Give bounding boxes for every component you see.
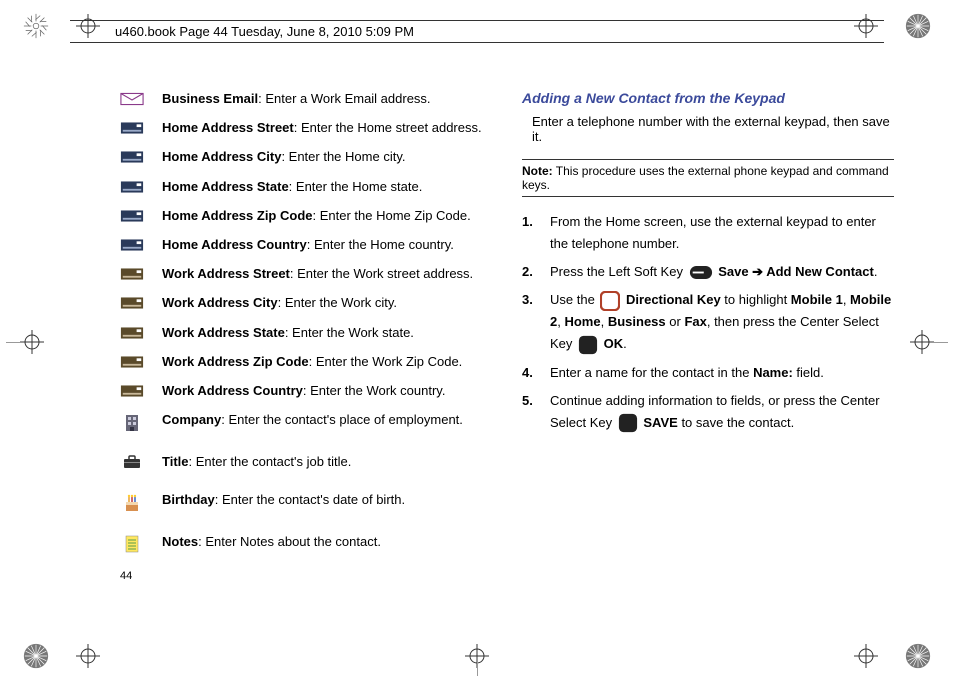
center-select-key-icon	[578, 335, 598, 355]
field-row: Company: Enter the contact's place of em…	[120, 411, 492, 433]
step-1: From the Home screen, use the external k…	[522, 211, 894, 255]
field-row: Birthday: Enter the contact's date of bi…	[120, 491, 492, 513]
field-row: Work Address Zip Code: Enter the Work Zi…	[120, 353, 492, 371]
field-text: Home Address Zip Code: Enter the Home Zi…	[162, 207, 471, 225]
page-number: 44	[120, 570, 132, 582]
step-2: Press the Left Soft Key Save ➔ Add New C…	[522, 261, 894, 283]
field-row: Home Address Country: Enter the Home cou…	[120, 236, 492, 254]
field-text: Home Address Country: Enter the Home cou…	[162, 236, 454, 254]
step-4: Enter a name for the contact in the Name…	[522, 362, 894, 384]
field-row: Home Address City: Enter the Home city.	[120, 148, 492, 166]
card-alt-icon	[120, 296, 144, 310]
field-row: Business Email: Enter a Work Email addre…	[120, 90, 492, 108]
field-text: Business Email: Enter a Work Email addre…	[162, 90, 431, 108]
card-alt-icon	[120, 355, 144, 369]
header-bar: u460.book Page 44 Tuesday, June 8, 2010 …	[70, 20, 884, 43]
directional-key-icon	[600, 291, 620, 311]
field-row: Home Address Zip Code: Enter the Home Zi…	[120, 207, 492, 225]
section-heading: Adding a New Contact from the Keypad	[522, 90, 894, 106]
step-3: Use the Directional Key to highlight Mob…	[522, 289, 894, 355]
field-text: Work Address Zip Code: Enter the Work Zi…	[162, 353, 462, 371]
field-text: Work Address City: Enter the Work city.	[162, 294, 397, 312]
field-row: Home Address Street: Enter the Home stre…	[120, 119, 492, 137]
card-icon	[120, 180, 144, 194]
sunburst-icon	[904, 12, 932, 40]
envelope-icon	[120, 92, 144, 106]
field-text: Work Address Country: Enter the Work cou…	[162, 382, 445, 400]
cake-icon	[124, 493, 140, 513]
field-text: Birthday: Enter the contact's date of bi…	[162, 491, 405, 509]
sunburst-icon	[22, 12, 50, 40]
sunburst-icon	[22, 642, 50, 670]
card-alt-icon	[120, 384, 144, 398]
crosshair-icon	[854, 644, 878, 668]
field-text: Company: Enter the contact's place of em…	[162, 411, 463, 429]
field-row: Title: Enter the contact's job title.	[120, 453, 492, 471]
field-text: Title: Enter the contact's job title.	[162, 453, 351, 471]
field-text: Notes: Enter Notes about the contact.	[162, 533, 381, 551]
field-row: Work Address State: Enter the Work state…	[120, 324, 492, 342]
card-alt-icon	[120, 326, 144, 340]
sunburst-icon	[904, 642, 932, 670]
card-icon	[120, 150, 144, 164]
briefcase-icon	[123, 455, 141, 469]
intro-text: Enter a telephone number with the extern…	[532, 114, 894, 144]
building-icon	[124, 413, 140, 433]
field-row: Work Address Street: Enter the Work stre…	[120, 265, 492, 283]
card-icon	[120, 121, 144, 135]
left-soft-key-icon	[689, 265, 713, 280]
field-row: Work Address City: Enter the Work city.	[120, 294, 492, 312]
step-list: From the Home screen, use the external k…	[522, 211, 894, 434]
notes-icon	[125, 535, 139, 553]
card-alt-icon	[120, 267, 144, 281]
right-column: Adding a New Contact from the Keypad Ent…	[522, 90, 894, 573]
card-icon	[120, 238, 144, 252]
field-text: Home Address City: Enter the Home city.	[162, 148, 405, 166]
crosshair-icon	[76, 644, 100, 668]
crosshair-icon	[20, 330, 44, 354]
note-box: Note: This procedure uses the external p…	[522, 159, 894, 197]
field-row: Home Address State: Enter the Home state…	[120, 178, 492, 196]
field-row: Notes: Enter Notes about the contact.	[120, 533, 492, 553]
field-text: Work Address Street: Enter the Work stre…	[162, 265, 473, 283]
field-text: Home Address State: Enter the Home state…	[162, 178, 422, 196]
note-text: This procedure uses the external phone k…	[522, 164, 889, 192]
field-text: Home Address Street: Enter the Home stre…	[162, 119, 482, 137]
note-label: Note:	[522, 164, 553, 178]
step-5: Continue adding information to fields, o…	[522, 390, 894, 434]
center-select-key-icon	[618, 413, 638, 433]
field-text: Work Address State: Enter the Work state…	[162, 324, 414, 342]
header-text: u460.book Page 44 Tuesday, June 8, 2010 …	[115, 24, 414, 39]
field-row: Work Address Country: Enter the Work cou…	[120, 382, 492, 400]
crosshair-icon	[910, 330, 934, 354]
card-icon	[120, 209, 144, 223]
field-list: Business Email: Enter a Work Email addre…	[120, 90, 492, 573]
